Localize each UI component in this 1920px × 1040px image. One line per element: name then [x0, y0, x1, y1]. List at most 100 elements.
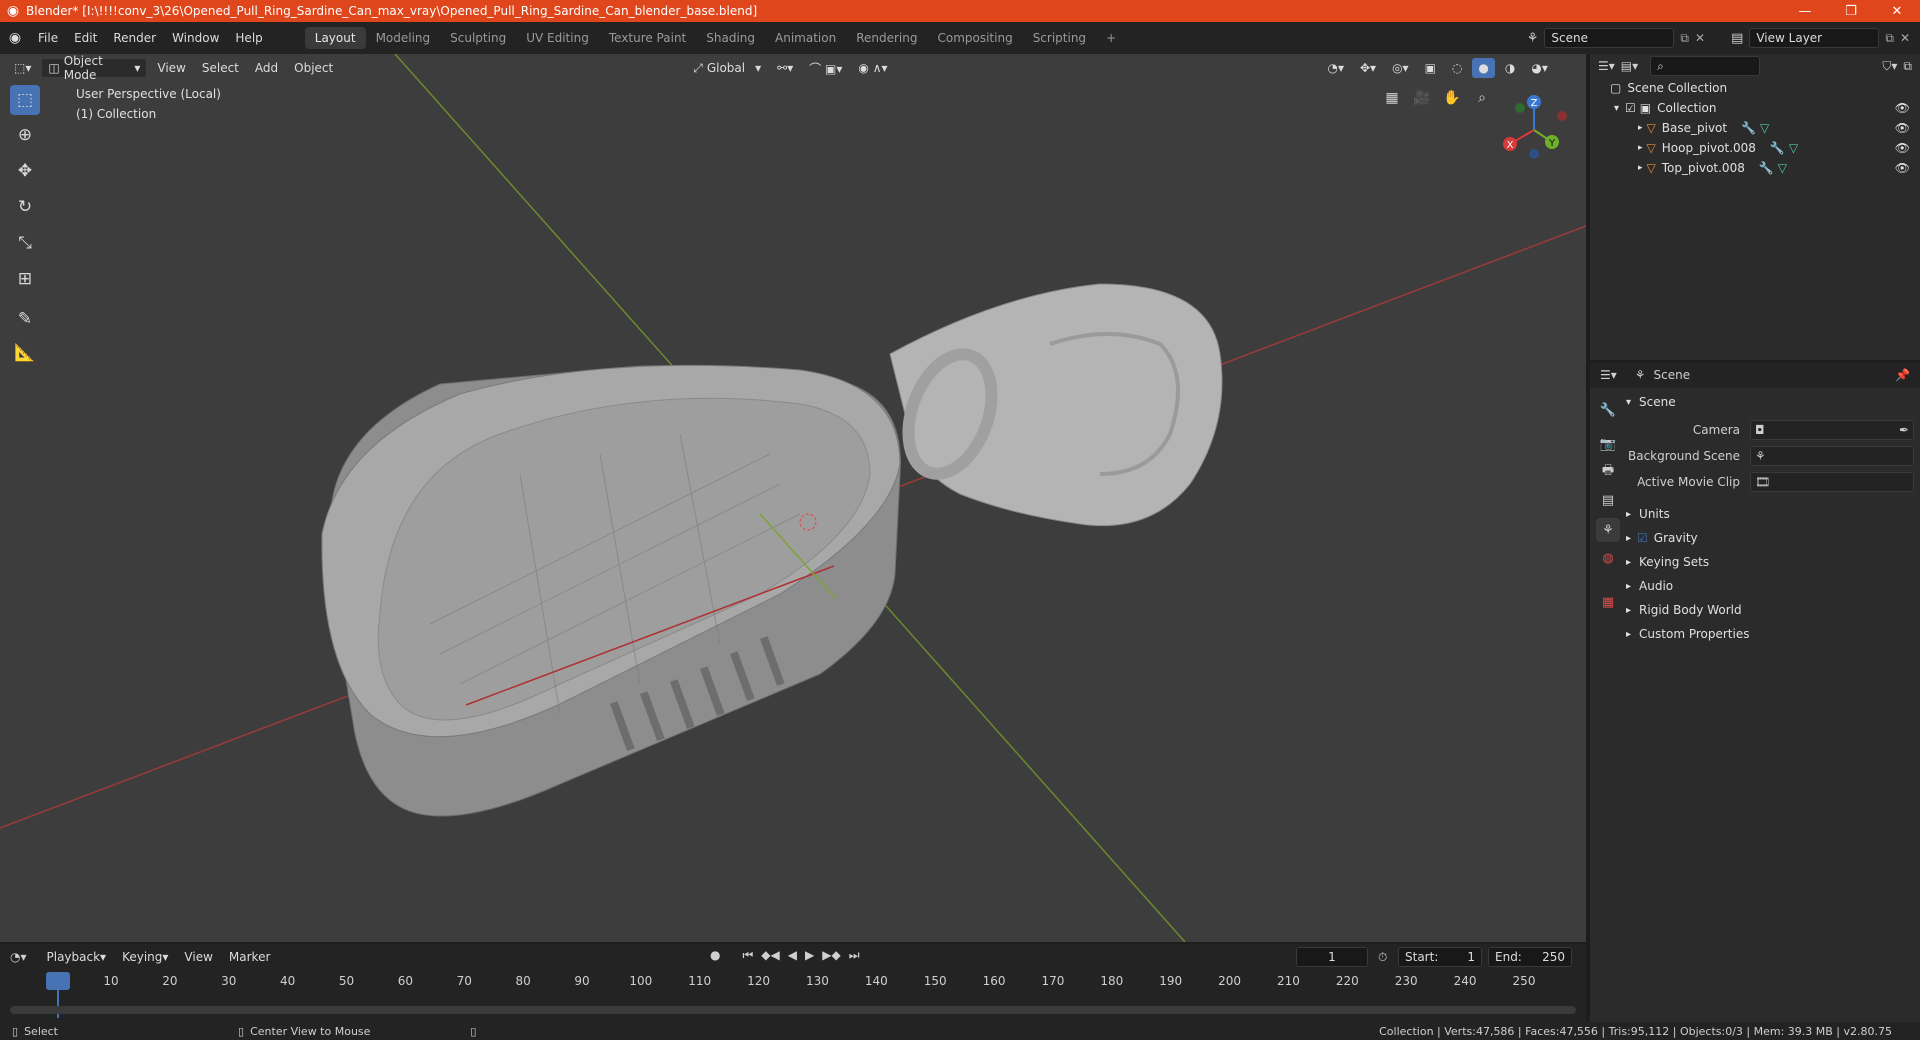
pan-view-icon[interactable]: ✋	[1440, 86, 1464, 110]
outliner-row-collection[interactable]: ▾ ☑ ▣ Collection 👁	[1590, 98, 1920, 118]
new-scene-icon[interactable]: ⧉	[1680, 31, 1689, 46]
checkbox-icon[interactable]: ☑	[1625, 101, 1636, 115]
overlay-toggle-icon[interactable]: ◎▾	[1386, 58, 1415, 78]
scale-tool-icon[interactable]: ⤡	[10, 228, 40, 258]
tab-modeling[interactable]: Modeling	[366, 27, 441, 49]
texture-properties-tab-icon[interactable]: ▦	[1596, 590, 1620, 614]
move-tool-icon[interactable]: ✥	[10, 156, 40, 186]
cursor-tool-icon[interactable]: ⊕	[10, 120, 40, 150]
transform-orientation-dropdown[interactable]: ⤢ Global ▾	[687, 58, 767, 78]
view-layer-properties-tab-icon[interactable]: ▤	[1596, 488, 1620, 512]
navigation-gizmo[interactable]: Z Y X	[1496, 90, 1576, 170]
tab-texture-paint[interactable]: Texture Paint	[599, 27, 696, 49]
section-scene[interactable]: ▾ Scene	[1626, 390, 1914, 414]
solid-shading-icon[interactable]: ●	[1472, 58, 1495, 78]
rotate-tool-icon[interactable]: ↻	[10, 192, 40, 222]
tab-layout[interactable]: Layout	[304, 27, 366, 49]
tab-compositing[interactable]: Compositing	[927, 27, 1022, 49]
menu-render[interactable]: Render	[105, 31, 164, 45]
tab-shading[interactable]: Shading	[696, 27, 765, 49]
menu-help[interactable]: Help	[227, 31, 270, 45]
toggle-grid-view-icon[interactable]: ▦	[1380, 86, 1404, 110]
properties-editor-icon[interactable]: ☰▾	[1600, 368, 1617, 382]
camera-view-icon[interactable]: 🎥	[1410, 86, 1434, 110]
outliner-row-object[interactable]: ▸ ▽ Top_pivot.008 🔧 ▽ 👁	[1590, 158, 1920, 178]
delete-view-layer-icon[interactable]: ✕	[1900, 31, 1910, 45]
current-frame-indicator[interactable]	[46, 972, 70, 990]
tab-uv-editing[interactable]: UV Editing	[516, 27, 599, 49]
eye-icon[interactable]: 👁	[1895, 121, 1920, 135]
panel-audio[interactable]: ▸ Audio	[1626, 574, 1914, 598]
new-view-layer-icon[interactable]: ⧉	[1885, 31, 1894, 46]
viewport-menu-select[interactable]: Select	[196, 58, 245, 78]
material-shading-icon[interactable]: ◑	[1499, 58, 1521, 78]
object-mode-dropdown[interactable]: ◫ Object Mode ▾	[41, 54, 148, 82]
editor-type-icon[interactable]: ⬚▾	[8, 58, 37, 78]
snap-icon[interactable]: ⌒ ▣▾	[803, 58, 848, 78]
transform-tool-icon[interactable]: ⊞	[10, 264, 40, 294]
outliner-row-object[interactable]: ▸ ▽ Hoop_pivot.008 🔧 ▽ 👁	[1590, 138, 1920, 158]
eye-icon[interactable]: 👁	[1895, 141, 1920, 155]
panel-keying-sets[interactable]: ▸ Keying Sets	[1626, 550, 1914, 574]
visibility-icon[interactable]: ◔▾	[1322, 58, 1351, 78]
blender-menu-icon[interactable]: ◉	[0, 30, 30, 46]
world-properties-tab-icon[interactable]: ◍	[1596, 546, 1620, 570]
render-properties-tab-icon[interactable]: 📷	[1596, 432, 1620, 456]
eyedropper-icon[interactable]: ✒	[1899, 423, 1909, 437]
filter-icon[interactable]: ⛉▾	[1882, 59, 1897, 74]
eye-icon[interactable]: 👁	[1895, 101, 1920, 115]
menu-file[interactable]: File	[30, 31, 66, 45]
outliner-editor-icon[interactable]: ☰▾	[1598, 59, 1615, 73]
zoom-view-icon[interactable]: ⌕	[1470, 86, 1494, 110]
output-properties-tab-icon[interactable]: 🖶	[1596, 460, 1620, 484]
proportional-editing-icon[interactable]: ◉ ∧▾	[852, 58, 893, 78]
pin-icon[interactable]: 📌	[1895, 368, 1920, 382]
timeline-scrollbar[interactable]	[10, 1006, 1576, 1014]
minimize-button[interactable]: —	[1782, 4, 1828, 19]
measure-tool-icon[interactable]: 📐	[10, 338, 40, 368]
chevron-right-icon[interactable]: ▸	[1638, 123, 1643, 133]
gizmo-toggle-icon[interactable]: ✥▾	[1354, 58, 1382, 78]
maximize-button[interactable]: ❐	[1828, 4, 1874, 19]
xray-toggle-icon[interactable]: ▣	[1419, 58, 1442, 78]
delete-scene-icon[interactable]: ✕	[1695, 31, 1705, 45]
scene-selector[interactable]: Scene	[1544, 28, 1675, 48]
viewport-menu-add[interactable]: Add	[249, 58, 284, 78]
background-scene-field[interactable]: ⚘	[1750, 446, 1914, 466]
pivot-point-icon[interactable]: ⚯▾	[771, 58, 799, 78]
panel-rigid-body-world[interactable]: ▸ Rigid Body World	[1626, 598, 1914, 622]
panel-units[interactable]: ▸ Units	[1626, 502, 1914, 526]
outliner-row-scene-collection[interactable]: ▢ Scene Collection	[1590, 78, 1920, 98]
gravity-checkbox[interactable]: ☑	[1637, 531, 1648, 545]
tab-sculpting[interactable]: Sculpting	[440, 27, 516, 49]
eye-icon[interactable]: 👁	[1895, 161, 1920, 175]
panel-gravity[interactable]: ▸ ☑ Gravity	[1626, 526, 1914, 550]
outliner-row-object[interactable]: ▸ ▽ Base_pivot 🔧 ▽ 👁	[1590, 118, 1920, 138]
annotate-tool-icon[interactable]: ✎	[10, 304, 40, 334]
close-button[interactable]: ✕	[1874, 4, 1920, 19]
rendered-shading-icon[interactable]: ◕▾	[1525, 58, 1554, 78]
outliner-search-field[interactable]: ⌕	[1650, 56, 1761, 76]
display-mode-icon[interactable]: ▤▾	[1621, 59, 1638, 73]
wireframe-shading-icon[interactable]: ◌	[1446, 58, 1468, 78]
menu-edit[interactable]: Edit	[66, 31, 105, 45]
tool-properties-tab-icon[interactable]: 🔧	[1596, 398, 1620, 422]
add-workspace-button[interactable]: +	[1096, 27, 1126, 49]
3d-viewport[interactable]: ⬚▾ ◫ Object Mode ▾ View Select Add Object …	[0, 54, 1586, 942]
menu-window[interactable]: Window	[164, 31, 227, 45]
panel-custom-properties[interactable]: ▸ Custom Properties	[1626, 622, 1914, 646]
chevron-right-icon[interactable]: ▸	[1638, 143, 1643, 153]
chevron-down-icon[interactable]: ▾	[1614, 103, 1619, 114]
tab-animation[interactable]: Animation	[765, 27, 846, 49]
view-layer-selector[interactable]: View Layer	[1749, 28, 1880, 48]
tab-scripting[interactable]: Scripting	[1023, 27, 1096, 49]
viewport-menu-object[interactable]: Object	[288, 58, 339, 78]
select-box-tool-icon[interactable]: ⬚	[10, 85, 40, 115]
camera-field[interactable]: ◘ ✒	[1750, 420, 1914, 440]
active-movie-clip-field[interactable]: 🎞	[1750, 472, 1914, 492]
scene-properties-tab-icon[interactable]: ⚘	[1596, 518, 1620, 542]
viewport-menu-view[interactable]: View	[151, 58, 191, 78]
chevron-right-icon[interactable]: ▸	[1638, 163, 1643, 173]
new-collection-icon[interactable]: ⧉	[1903, 59, 1920, 74]
tab-rendering[interactable]: Rendering	[846, 27, 927, 49]
